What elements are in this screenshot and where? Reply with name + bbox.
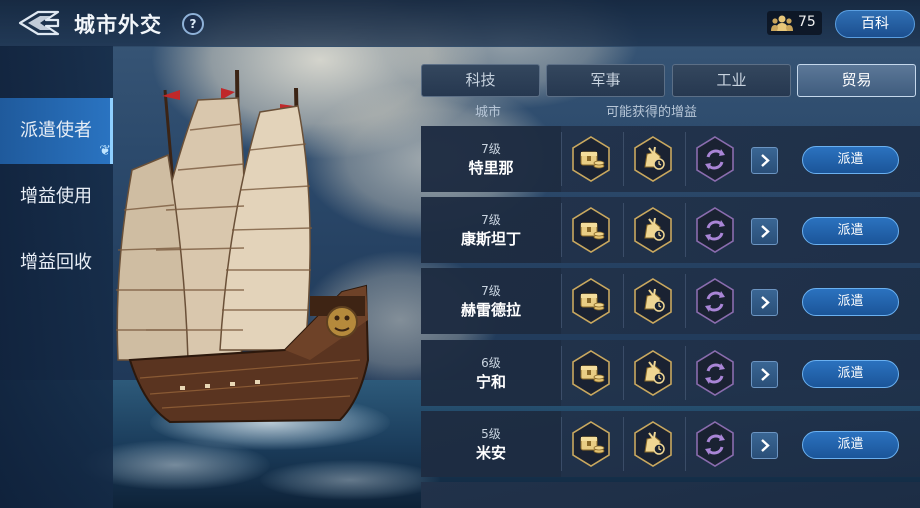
sidebar-item-label: 增益使用 xyxy=(20,186,92,207)
column-divider xyxy=(623,346,624,400)
column-divider xyxy=(561,417,562,471)
city-row-partial xyxy=(421,482,920,508)
column-header-city: 城市 xyxy=(475,105,502,120)
city-level: 7级 xyxy=(481,213,501,227)
dispatch-button[interactable]: 派遣 xyxy=(802,288,899,316)
dispatch-button[interactable]: 派遣 xyxy=(802,217,899,245)
column-divider xyxy=(623,274,624,328)
column-divider xyxy=(685,417,686,471)
chevron-right-icon xyxy=(761,225,770,238)
city-level: 7级 xyxy=(481,284,501,298)
sidebar-item-buff-recycle[interactable]: 增益回收 xyxy=(0,230,113,296)
resource-bag-icon[interactable] xyxy=(633,136,673,182)
back-button[interactable] xyxy=(16,9,62,37)
city-name: 赫雷德拉 xyxy=(460,301,521,319)
sidebar-item-label: 增益回收 xyxy=(20,252,92,273)
column-divider xyxy=(561,346,562,400)
treasure-chest-icon[interactable] xyxy=(571,278,611,324)
city-level: 7级 xyxy=(481,142,501,156)
envoy-count: 75 xyxy=(798,14,816,30)
tab-technology[interactable]: 科技 xyxy=(421,64,540,97)
expand-arrow-button[interactable] xyxy=(751,361,778,388)
column-divider xyxy=(685,274,686,328)
expand-arrow-button[interactable] xyxy=(751,289,778,316)
city-row: 7级特里那 派遣 xyxy=(421,126,920,192)
city-name: 宁和 xyxy=(475,373,506,391)
city-row: 7级康斯坦丁 派遣 xyxy=(421,197,920,263)
expand-arrow-button[interactable] xyxy=(751,147,778,174)
column-header-buffs: 可能获得的增益 xyxy=(606,105,698,120)
column-divider xyxy=(623,203,624,257)
city-row: 6级宁和 派遣 xyxy=(421,340,920,406)
page-title: 城市外交 xyxy=(74,13,162,37)
city-cell: 7级特里那 xyxy=(421,126,561,192)
expand-arrow-button[interactable] xyxy=(751,432,778,459)
cycle-icon[interactable] xyxy=(695,278,735,324)
city-cell: 7级赫雷德拉 xyxy=(421,268,561,334)
city-level: 5级 xyxy=(481,427,501,441)
resource-bag-icon[interactable] xyxy=(633,207,673,253)
column-divider xyxy=(561,274,562,328)
sidebar: 派遣使者 ❦ 增益使用 增益回收 xyxy=(0,46,113,508)
city-level: 6级 xyxy=(481,356,501,370)
treasure-chest-icon[interactable] xyxy=(571,350,611,396)
chevron-right-icon xyxy=(761,368,770,381)
treasure-chest-icon[interactable] xyxy=(571,136,611,182)
expand-arrow-button[interactable] xyxy=(751,218,778,245)
column-divider xyxy=(623,417,624,471)
column-divider xyxy=(685,203,686,257)
junk-ship-illustration xyxy=(116,69,370,424)
chevron-right-icon xyxy=(761,154,770,167)
cycle-icon[interactable] xyxy=(695,207,735,253)
resource-bag-icon[interactable] xyxy=(633,421,673,467)
cycle-icon[interactable] xyxy=(695,136,735,182)
chevron-right-icon xyxy=(761,296,770,309)
envoy-count-badge: 75 xyxy=(767,11,822,35)
people-icon xyxy=(771,15,793,31)
resource-bag-icon[interactable] xyxy=(633,350,673,396)
city-row: 7级赫雷德拉 派遣 xyxy=(421,268,920,334)
top-bar: 城市外交 ? 75 百科 xyxy=(0,0,920,47)
column-divider xyxy=(685,132,686,186)
chevron-right-icon xyxy=(761,439,770,452)
wiki-button[interactable]: 百科 xyxy=(835,10,915,38)
dispatch-button[interactable]: 派遣 xyxy=(802,431,899,459)
tab-industry[interactable]: 工业 xyxy=(672,64,791,97)
city-cell: 6级宁和 xyxy=(421,340,561,406)
cycle-icon[interactable] xyxy=(695,421,735,467)
tab-military[interactable]: 军事 xyxy=(546,64,665,97)
city-name: 特里那 xyxy=(468,159,514,177)
column-divider xyxy=(561,203,562,257)
city-name: 康斯坦丁 xyxy=(460,230,521,248)
cycle-icon[interactable] xyxy=(695,350,735,396)
city-name: 米安 xyxy=(475,444,506,462)
column-divider xyxy=(623,132,624,186)
dispatch-button[interactable]: 派遣 xyxy=(802,146,899,174)
treasure-chest-icon[interactable] xyxy=(571,421,611,467)
column-divider xyxy=(561,132,562,186)
sidebar-item-buff-use[interactable]: 增益使用 xyxy=(0,164,113,230)
column-divider xyxy=(685,346,686,400)
help-icon[interactable]: ? xyxy=(182,13,204,35)
resource-bag-icon[interactable] xyxy=(633,278,673,324)
city-cell: 7级康斯坦丁 xyxy=(421,197,561,263)
city-cell: 5级米安 xyxy=(421,411,561,477)
city-row: 5级米安 派遣 xyxy=(421,411,920,477)
dispatch-button[interactable]: 派遣 xyxy=(802,360,899,388)
sidebar-item-dispatch-envoy[interactable]: 派遣使者 ❦ xyxy=(0,98,113,164)
treasure-chest-icon[interactable] xyxy=(571,207,611,253)
tab-trade[interactable]: 贸易 xyxy=(797,64,916,97)
sidebar-item-label: 派遣使者 xyxy=(20,120,92,141)
back-arrow-icon xyxy=(18,10,60,36)
